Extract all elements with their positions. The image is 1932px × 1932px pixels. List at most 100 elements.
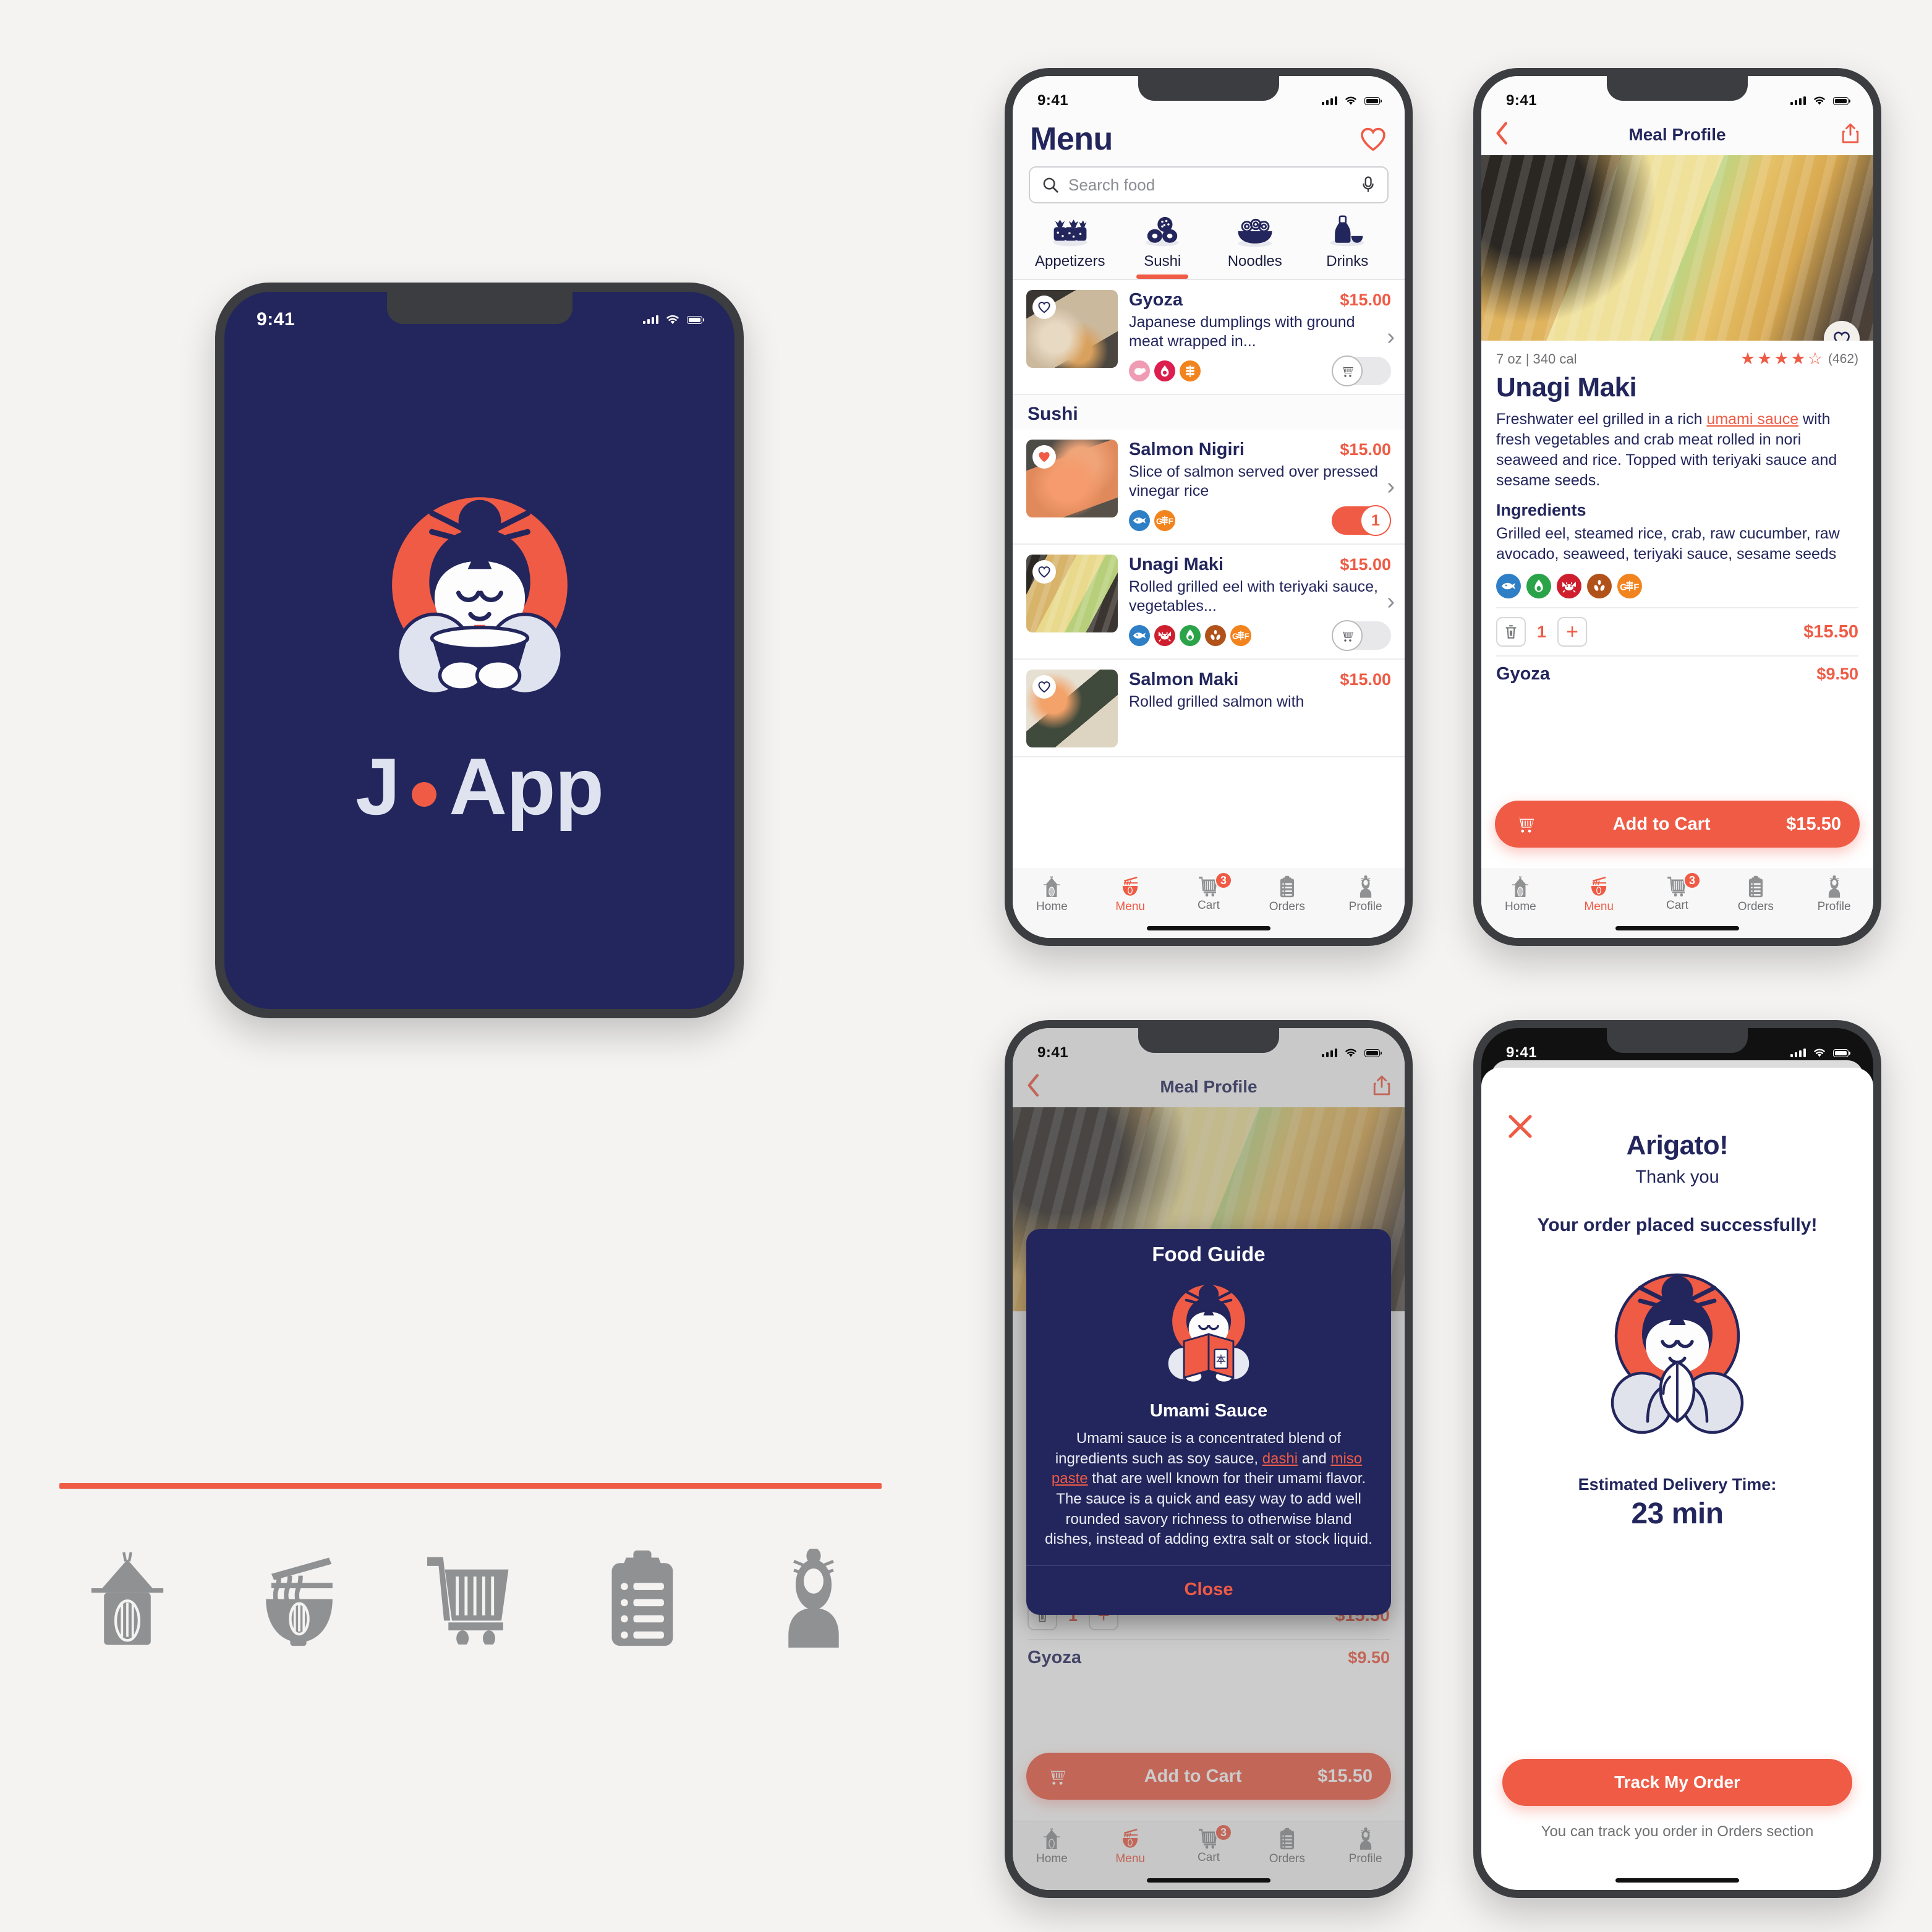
wifi-icon xyxy=(1345,96,1356,105)
ingredients-text: Grilled eel, steamed rice, crab, raw cuc… xyxy=(1496,525,1840,563)
meal-title: Unagi Maki xyxy=(1496,372,1637,402)
tab-label: Orders xyxy=(1269,900,1305,913)
favorite-heart-icon[interactable] xyxy=(1032,296,1056,319)
meal-profile-screen: Meal Profile 7 oz | 340 cal ★ ★ ★ ★ ☆ (4… xyxy=(1481,76,1873,938)
cellular-signal-icon xyxy=(642,315,658,324)
modal-title: Food Guide xyxy=(1152,1243,1266,1266)
wifi-icon xyxy=(1345,1049,1356,1057)
list-item[interactable]: Gyoza $15.00 Japanese dumplings with gro… xyxy=(1013,280,1405,395)
svg-text:F: F xyxy=(1168,517,1173,526)
status-time: 9:41 xyxy=(1506,92,1538,109)
increase-quantity-button[interactable]: + xyxy=(1557,617,1588,647)
dietary-badges xyxy=(1129,360,1201,381)
status-time: 9:41 xyxy=(1037,1044,1069,1061)
tab-home[interactable]: Home xyxy=(1481,875,1560,914)
search-input[interactable]: Search food xyxy=(1029,166,1389,203)
home-indicator xyxy=(1147,926,1270,930)
svg-text:本: 本 xyxy=(1216,1355,1226,1366)
add-to-cart-toggle[interactable] xyxy=(1332,620,1391,651)
tab-home[interactable]: Home xyxy=(1013,875,1091,914)
close-modal-button[interactable]: Close xyxy=(1026,1566,1391,1615)
success-subtitle: Thank you xyxy=(1635,1167,1719,1187)
profile-person-icon xyxy=(1360,875,1371,898)
cart-quantity-toggle[interactable]: 1 xyxy=(1332,505,1391,536)
back-button[interactable] xyxy=(1495,122,1510,148)
list-item[interactable]: Salmon Nigiri $15.00 Slice of salmon ser… xyxy=(1013,430,1405,545)
svg-text:F: F xyxy=(1245,632,1249,641)
tab-cart[interactable]: 3 Cart xyxy=(1638,872,1717,913)
track-order-button[interactable]: Track My Order xyxy=(1502,1759,1852,1806)
star-filled-icon: ★ xyxy=(1790,349,1806,368)
add-to-cart-toggle[interactable] xyxy=(1332,355,1391,386)
tab-profile[interactable]: Profile xyxy=(1326,875,1405,914)
gluten-free-badge-icon: GF xyxy=(1154,510,1175,531)
dashi-link[interactable]: dashi xyxy=(1262,1450,1298,1467)
next-item-name: Gyoza xyxy=(1496,664,1551,684)
category-tab-appetizers[interactable]: Appetizers xyxy=(1024,213,1117,279)
gluten-badge-icon xyxy=(1180,360,1201,381)
delete-item-button[interactable] xyxy=(1496,617,1526,647)
item-name: Salmon Maki xyxy=(1129,670,1239,689)
rating-count: (462) xyxy=(1828,351,1858,366)
tab-menu[interactable]: Menu xyxy=(1091,875,1170,914)
battery-icon xyxy=(1833,1049,1850,1057)
shopping-cart-icon xyxy=(1515,816,1534,833)
favorite-heart-icon[interactable] xyxy=(1032,445,1056,469)
favorite-heart-icon[interactable] xyxy=(1824,321,1860,341)
close-button[interactable] xyxy=(1506,1112,1534,1144)
share-button[interactable] xyxy=(1841,123,1860,147)
tab-orders[interactable]: Orders xyxy=(1248,875,1326,914)
noodle-bowl-icon xyxy=(1591,876,1607,896)
cart-badge: 3 xyxy=(1214,872,1232,889)
category-label: Noodles xyxy=(1227,253,1282,270)
desc-pre: Freshwater eel grilled in a rich xyxy=(1496,411,1707,428)
list-item[interactable]: Salmon Maki $15.00 Rolled grilled salmon… xyxy=(1013,660,1405,757)
food-thumbnail xyxy=(1026,555,1118,632)
add-to-cart-button[interactable]: Add to Cart $15.50 xyxy=(1495,801,1860,848)
mascot-praying-icon xyxy=(1611,1273,1744,1434)
menu-phone: 9:41 Menu Search food Appetizers Sushi N… xyxy=(1005,68,1413,946)
pork-badge-icon xyxy=(1129,360,1150,381)
item-description: Rolled grilled eel with teriyaki sauce, … xyxy=(1129,578,1378,615)
list-item[interactable]: Unagi Maki $15.00 Rolled grilled eel wit… xyxy=(1013,545,1405,660)
tab-cart[interactable]: 3 Cart xyxy=(1170,872,1248,913)
spicy-badge-icon xyxy=(1154,360,1175,381)
status-time: 9:41 xyxy=(1506,1044,1538,1061)
food-list: Gyoza $15.00 Japanese dumplings with gro… xyxy=(1013,280,1405,869)
success-message: Your order placed successfully! xyxy=(1537,1215,1818,1235)
crab-badge-icon xyxy=(1154,625,1175,646)
appetizers-icon xyxy=(1053,219,1087,247)
tab-label: Profile xyxy=(1348,900,1382,913)
cellular-signal-icon xyxy=(1321,1049,1337,1057)
notch xyxy=(1138,1028,1279,1053)
notch xyxy=(386,292,572,324)
umami-sauce-link[interactable]: umami sauce xyxy=(1706,411,1798,428)
food-guide-body: Umami sauce is a concentrated blend of i… xyxy=(1026,1429,1391,1565)
chevron-right-icon: › xyxy=(1387,474,1395,500)
favorite-heart-icon[interactable] xyxy=(1032,675,1056,699)
cart-knob xyxy=(1332,620,1363,651)
food-thumbnail xyxy=(1026,440,1118,517)
brand-word-app: App xyxy=(449,741,604,832)
category-tab-drinks[interactable]: Drinks xyxy=(1301,213,1394,279)
favorite-heart-icon[interactable] xyxy=(1032,560,1056,584)
trash-icon xyxy=(1505,625,1517,639)
sushi-roll-icon xyxy=(1146,216,1179,247)
item-price: $15.00 xyxy=(1340,670,1391,689)
status-icons xyxy=(1321,1047,1382,1058)
tab-label: Profile xyxy=(1817,900,1851,913)
microphone-icon[interactable] xyxy=(1360,176,1376,194)
category-tab-sushi[interactable]: Sushi xyxy=(1117,213,1209,279)
avocado-badge-icon xyxy=(1526,574,1551,598)
battery-icon xyxy=(687,315,704,324)
category-tab-noodles[interactable]: Noodles xyxy=(1209,213,1301,279)
favorites-heart-icon[interactable] xyxy=(1359,126,1387,152)
guide-body-2: and xyxy=(1298,1450,1331,1467)
avocado-badge-icon xyxy=(1180,625,1201,646)
tab-profile[interactable]: Profile xyxy=(1795,875,1873,914)
add-to-cart-amount: $15.50 xyxy=(1786,814,1841,834)
sesame-badge-icon xyxy=(1205,625,1226,646)
tab-orders[interactable]: Orders xyxy=(1716,875,1795,914)
battery-icon xyxy=(1364,96,1382,105)
tab-menu[interactable]: Menu xyxy=(1560,875,1638,914)
